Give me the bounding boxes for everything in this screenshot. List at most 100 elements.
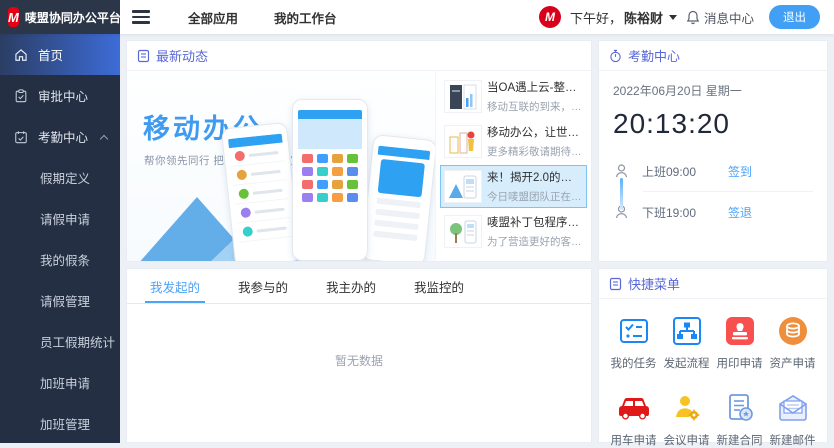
phone-mockup xyxy=(221,122,301,261)
phone-mockups xyxy=(226,93,431,261)
user-menu[interactable]: 下午好， 陈裕财 xyxy=(570,8,677,27)
meeting-icon xyxy=(672,393,702,423)
quick-item-new-mail[interactable]: 新建邮件 xyxy=(766,392,819,448)
quick-item-vehicle-request[interactable]: 用车申请 xyxy=(607,392,660,448)
quick-menu-grid: 我的任务 发起流程 用印申请 资产申请 用车申请 会议申请 新建合同 新建邮件 xyxy=(599,299,827,448)
username: 陈裕财 xyxy=(624,8,663,27)
avatar[interactable]: M xyxy=(539,6,561,28)
sidebar-subitem-my-leave-slips[interactable]: 我的假条 xyxy=(0,239,120,280)
logout-button[interactable]: 退出 xyxy=(769,5,820,29)
attendance-body: 2022年06月20日 星期一 20:13:20 上班09:00 签到 下班19… xyxy=(599,71,827,238)
quick-item-meeting-request[interactable]: 会议申请 xyxy=(660,392,713,448)
news-title: 来！揭开2.0的神秘面纱- xyxy=(487,169,583,185)
news-item[interactable]: 当OA遇上云-整个协同OA 移动互联的到来，让OA与云 xyxy=(440,75,587,118)
attendance-clock: 20:13:20 xyxy=(613,108,813,140)
news-thumbnail xyxy=(444,125,482,158)
quick-item-seal-request[interactable]: 用印申请 xyxy=(713,315,766,371)
news-title: 唛盟补丁包程序更新 xyxy=(487,214,583,230)
sidebar-subitem-overtime-request[interactable]: 加班申请 xyxy=(0,362,120,403)
quick-item-label: 用印申请 xyxy=(713,355,766,371)
chevron-down-icon xyxy=(669,15,677,24)
nav-my-workbench[interactable]: 我的工作台 xyxy=(274,8,337,27)
logo-block[interactable]: M 唛盟协同办公平台 xyxy=(0,0,120,34)
news-thumbnail xyxy=(444,215,482,248)
car-icon xyxy=(618,394,650,422)
news-banner[interactable]: 移动办公 帮你领先同行 把工作带出办公室 xyxy=(127,71,435,261)
news-item[interactable]: 唛盟补丁包程序更新 为了营造更好的客户体验，唛 xyxy=(440,210,587,253)
panel-title: 快捷菜单 xyxy=(628,274,680,293)
message-center[interactable]: 消息中心 xyxy=(686,8,754,27)
home-icon xyxy=(14,48,28,62)
news-item-selected[interactable]: 来！揭开2.0的神秘面纱- 今日唛盟团队正在加班加点, xyxy=(440,165,587,208)
news-desc: 更多精彩敬请期待....... xyxy=(487,144,583,159)
contract-icon xyxy=(725,393,755,423)
quick-item-my-tasks[interactable]: 我的任务 xyxy=(607,315,660,371)
message-center-label: 消息中心 xyxy=(704,8,754,27)
quick-item-start-flow[interactable]: 发起流程 xyxy=(660,315,713,371)
latest-news-panel: 最新动态 移动办公 帮你领先同行 把工作带出办公室 xyxy=(126,40,592,262)
quick-item-label: 我的任务 xyxy=(607,355,660,371)
quick-menu-header: 快捷菜单 xyxy=(599,269,827,299)
divider xyxy=(643,191,813,192)
sidebar-subitem-overtime-management[interactable]: 加班管理 xyxy=(0,403,120,443)
sidebar-item-label: 考勤中心 xyxy=(38,127,88,146)
sidebar-item-home[interactable]: 首页 xyxy=(0,34,120,75)
news-desc: 今日唛盟团队正在加班加点, xyxy=(487,189,583,204)
quick-item-label: 发起流程 xyxy=(660,355,713,371)
tab-monitored-by-me[interactable]: 我监控的 xyxy=(395,269,483,303)
nav-all-apps[interactable]: 全部应用 xyxy=(188,8,238,27)
asset-icon xyxy=(778,316,808,346)
quick-item-label: 资产申请 xyxy=(766,355,819,371)
chevron-up-icon xyxy=(100,134,108,142)
news-desc: 移动互联的到来，让OA与云 xyxy=(487,99,583,114)
flow-icon xyxy=(672,316,702,346)
check-in-link[interactable]: 签到 xyxy=(728,163,752,180)
check-out-label: 下班19:00 xyxy=(642,204,696,221)
sidebar-subitem-leave-request[interactable]: 请假申请 xyxy=(0,198,120,239)
attendance-panel-header: 考勤中心 xyxy=(599,41,827,71)
stamp-icon xyxy=(725,316,755,346)
document-icon xyxy=(609,277,622,291)
news-thumbnail xyxy=(444,80,482,113)
greeting-text: 下午好， xyxy=(570,8,622,27)
phone-mockup xyxy=(361,134,435,261)
quick-item-label: 会议申请 xyxy=(660,432,713,448)
sidebar-subitem-leave-management[interactable]: 请假管理 xyxy=(0,280,120,321)
news-thumbnail xyxy=(444,170,482,203)
quick-item-label: 新建邮件 xyxy=(766,432,819,448)
sidebar-item-label: 首页 xyxy=(38,45,63,64)
mail-icon xyxy=(777,394,809,422)
top-header: M 唛盟协同办公平台 全部应用 我的工作台 M 下午好， 陈裕财 消息中心 退出 xyxy=(0,0,834,34)
tab-participated-by-me[interactable]: 我参与的 xyxy=(219,269,307,303)
sidebar-item-approval-center[interactable]: 审批中心 xyxy=(0,75,120,116)
sidebar: 首页 审批中心 考勤中心 假期定义 请假申请 我的假条 请假管理 员工假期统计 … xyxy=(0,34,120,443)
check-in-label: 上班09:00 xyxy=(642,163,696,180)
attendance-panel: 考勤中心 2022年06月20日 星期一 20:13:20 上班09:00 签到… xyxy=(598,40,828,262)
news-list: 当OA遇上云-整个协同OA 移动互联的到来，让OA与云 移动办公，让世界触手可 … xyxy=(435,71,591,261)
sidebar-subitem-staff-holiday-stats[interactable]: 员工假期统计 xyxy=(0,321,120,362)
sidebar-item-attendance-center[interactable]: 考勤中心 xyxy=(0,116,120,157)
calendar-check-icon xyxy=(14,130,28,144)
check-out-row: 下班19:00 签退 xyxy=(613,197,813,227)
attendance-date: 2022年06月20日 星期一 xyxy=(613,82,813,99)
quick-item-label: 用车申请 xyxy=(607,432,660,448)
empty-state-text: 暂无数据 xyxy=(127,352,591,369)
tasks-tabs: 我发起的 我参与的 我主办的 我监控的 xyxy=(127,269,591,304)
stopwatch-icon xyxy=(609,49,622,63)
menu-toggle-icon[interactable] xyxy=(132,7,150,27)
phone-mockup xyxy=(292,99,368,261)
bell-icon xyxy=(686,10,700,25)
tab-hosted-by-me[interactable]: 我主办的 xyxy=(307,269,395,303)
sidebar-subitem-holiday-definition[interactable]: 假期定义 xyxy=(0,157,120,198)
sidebar-item-label: 审批中心 xyxy=(38,86,88,105)
news-title: 移动办公，让世界触手可 xyxy=(487,124,583,140)
top-navigation: 全部应用 我的工作台 xyxy=(188,8,337,27)
person-icon xyxy=(613,163,630,179)
news-body: 移动办公 帮你领先同行 把工作带出办公室 xyxy=(127,71,591,261)
tab-initiated-by-me[interactable]: 我发起的 xyxy=(131,269,219,303)
quick-item-asset-request[interactable]: 资产申请 xyxy=(766,315,819,371)
quick-item-new-contract[interactable]: 新建合同 xyxy=(713,392,766,448)
check-out-link[interactable]: 签退 xyxy=(728,204,752,221)
news-item[interactable]: 移动办公，让世界触手可 更多精彩敬请期待....... xyxy=(440,120,587,163)
attendance-timeline: 上班09:00 签到 下班19:00 签退 xyxy=(613,156,813,227)
